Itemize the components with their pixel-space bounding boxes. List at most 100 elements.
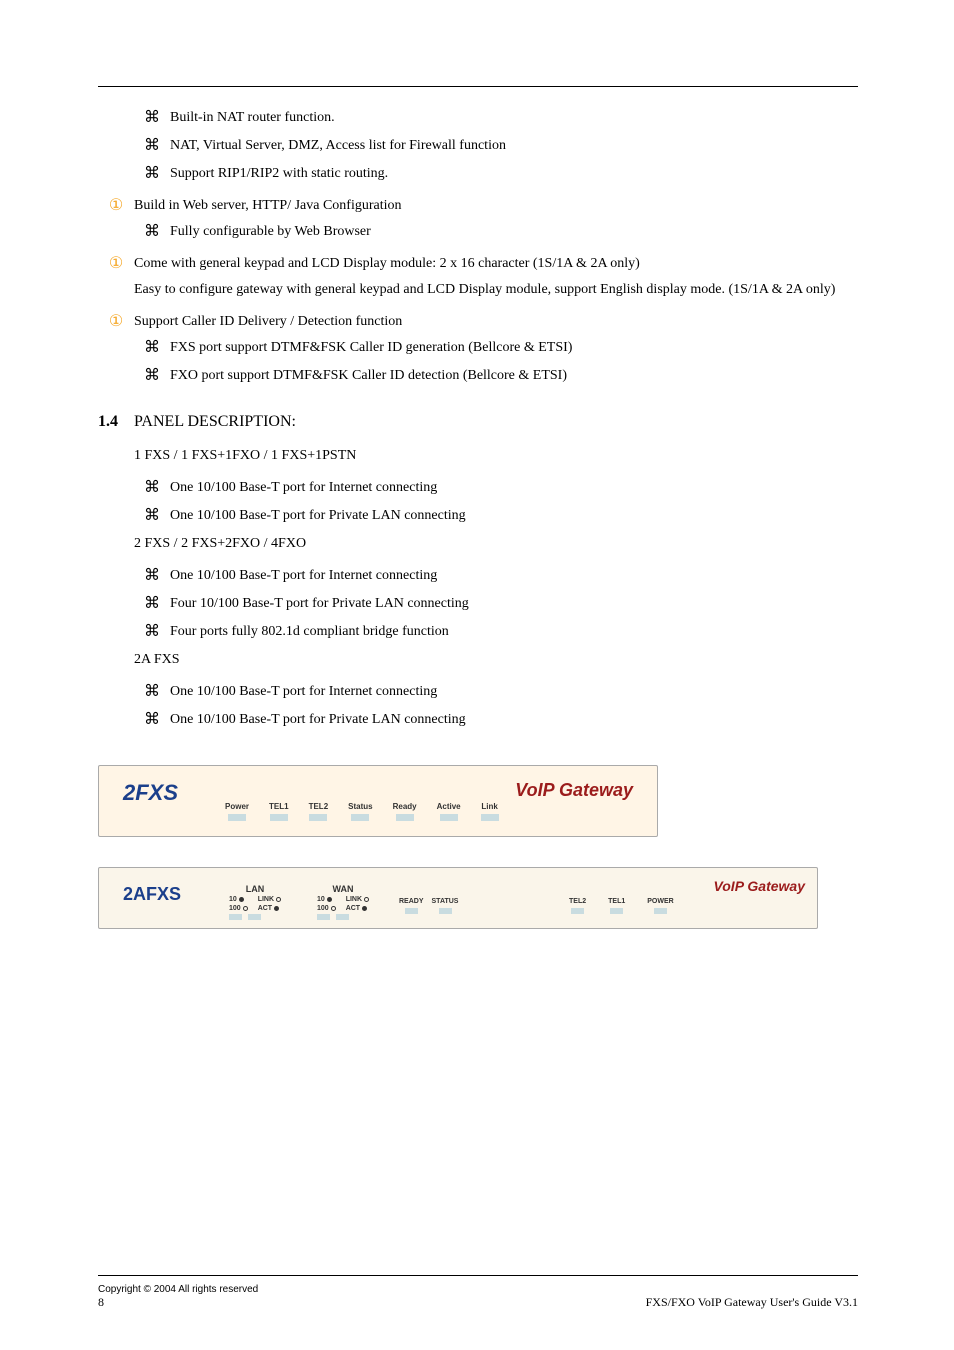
bullet-symbol: ⌘	[134, 365, 170, 387]
dot-icon	[243, 906, 248, 911]
led-label: Ready	[393, 802, 417, 811]
circle-number-icon: ①	[98, 195, 134, 217]
bullet-symbol: ⌘	[134, 163, 170, 185]
bullet-text: Support RIP1/RIP2 with static routing.	[170, 163, 858, 185]
panel-gateway-label: VoIP Gateway	[515, 780, 633, 801]
led-indicator	[571, 908, 584, 914]
led-label: Status	[348, 802, 372, 811]
section-heading: PANEL DESCRIPTION:	[134, 413, 296, 430]
bullet-symbol: ⌘	[134, 505, 170, 527]
tel-power-group: TEL2 TEL1 POWER	[569, 898, 674, 914]
led-indicator	[439, 908, 452, 914]
page-footer: Copyright © 2004 All rights reserved 8 F…	[98, 1275, 858, 1310]
link-label: LINK	[346, 896, 362, 903]
act-label: ACT	[258, 905, 272, 912]
feature-heading: ① Come with general keypad and LCD Displ…	[98, 253, 858, 275]
panel-led-row: Power TEL1 TEL2 Status Ready Active Link	[225, 802, 499, 821]
lan-title: LAN	[229, 884, 281, 894]
led-indicator	[481, 814, 499, 821]
bullet-item: ⌘ FXO port support DTMF&FSK Caller ID de…	[98, 365, 858, 387]
model-list-title: 1 FXS / 1 FXS+1FXO / 1 FXS+1PSTN	[134, 445, 858, 467]
section-title: 1.4 PANEL DESCRIPTION:	[98, 413, 858, 431]
feature-heading-text: Build in Web server, HTTP/ Java Configur…	[134, 195, 858, 217]
feature-heading: ① Build in Web server, HTTP/ Java Config…	[98, 195, 858, 217]
bullet-item: ⌘ One 10/100 Base-T port for Internet co…	[98, 565, 858, 587]
led-indicator	[396, 814, 414, 821]
dot-icon	[327, 897, 332, 902]
bullet-symbol: ⌘	[134, 621, 170, 643]
act-label: ACT	[346, 905, 360, 912]
led-indicator	[228, 814, 246, 821]
panel-brand: 2FXS	[123, 780, 178, 806]
circle-number-icon: ①	[98, 253, 134, 275]
speed-10-label: 10	[229, 896, 237, 903]
speed-100-label: 100	[317, 905, 329, 912]
bullet-text: FXS port support DTMF&FSK Caller ID gene…	[170, 337, 858, 359]
led-label: POWER	[647, 898, 673, 905]
status-led-group: READY STATUS	[399, 898, 458, 914]
bullet-symbol: ⌘	[134, 709, 170, 731]
panel-brand: 2AFXS	[123, 884, 181, 905]
led-label: TEL2	[309, 802, 329, 811]
bullet-symbol: ⌘	[134, 565, 170, 587]
led-label: STATUS	[432, 898, 459, 905]
led-indicator	[248, 914, 261, 920]
speed-10-label: 10	[317, 896, 325, 903]
bullet-symbol: ⌘	[134, 135, 170, 157]
bullet-item: ⌘ One 10/100 Base-T port for Internet co…	[98, 477, 858, 499]
led-indicator	[654, 908, 667, 914]
led-indicator	[440, 814, 458, 821]
panel-gateway-label: VoIP Gateway	[713, 878, 805, 894]
bullet-text: Four 10/100 Base-T port for Private LAN …	[170, 593, 858, 615]
bullet-text: One 10/100 Base-T port for Internet conn…	[170, 477, 858, 499]
bullet-item: ⌘ Four 10/100 Base-T port for Private LA…	[98, 593, 858, 615]
led-label: Link	[481, 802, 497, 811]
bullet-item: ⌘ Support RIP1/RIP2 with static routing.	[98, 163, 858, 185]
feature-heading-text: Come with general keypad and LCD Display…	[134, 253, 858, 275]
led-indicator	[351, 814, 369, 821]
dot-icon	[274, 906, 279, 911]
dot-icon	[364, 897, 369, 902]
dot-icon	[239, 897, 244, 902]
led-indicator	[270, 814, 288, 821]
bullet-item: ⌘ NAT, Virtual Server, DMZ, Access list …	[98, 135, 858, 157]
bullet-text: FXO port support DTMF&FSK Caller ID dete…	[170, 365, 858, 387]
bullet-text: One 10/100 Base-T port for Private LAN c…	[170, 505, 858, 527]
feature-paragraph: Easy to configure gateway with general k…	[134, 279, 858, 301]
bullet-symbol: ⌘	[134, 337, 170, 359]
lan-group: LAN 10 LINK 100 ACT	[229, 884, 281, 920]
led-indicator	[229, 914, 242, 920]
bullet-item: ⌘ Four ports fully 802.1d compliant brid…	[98, 621, 858, 643]
bullet-text: NAT, Virtual Server, DMZ, Access list fo…	[170, 135, 858, 157]
bullet-item: ⌘ Built-in NAT router function.	[98, 107, 858, 129]
dot-icon	[362, 906, 367, 911]
bullet-symbol: ⌘	[134, 477, 170, 499]
bullet-text: Built-in NAT router function.	[170, 107, 858, 129]
led-indicator	[610, 908, 623, 914]
footer-copyright: Copyright © 2004 All rights reserved	[98, 1284, 258, 1295]
bullet-symbol: ⌘	[134, 221, 170, 243]
feature-heading-text: Support Caller ID Delivery / Detection f…	[134, 311, 858, 333]
circle-number-icon: ①	[98, 311, 134, 333]
led-indicator	[336, 914, 349, 920]
led-label: TEL1	[608, 898, 625, 905]
front-panel-figure-2afxs: 2AFXS VoIP Gateway LAN 10 LINK 100 ACT W…	[98, 867, 858, 929]
bullet-item: ⌘ Fully configurable by Web Browser	[98, 221, 858, 243]
bullet-text: One 10/100 Base-T port for Internet conn…	[170, 565, 858, 587]
model-list-title: 2A FXS	[134, 649, 858, 671]
footer-doc-title: FXS/FXO VoIP Gateway User's Guide V3.1	[258, 1295, 858, 1310]
led-label: TEL1	[269, 802, 289, 811]
led-label: Power	[225, 802, 249, 811]
led-label: TEL2	[569, 898, 586, 905]
led-indicator	[317, 914, 330, 920]
bullet-text: Four ports fully 802.1d compliant bridge…	[170, 621, 858, 643]
bullet-text: Fully configurable by Web Browser	[170, 221, 858, 243]
link-label: LINK	[258, 896, 274, 903]
bullet-symbol: ⌘	[134, 681, 170, 703]
led-indicator	[309, 814, 327, 821]
footer-page-number: 8	[98, 1295, 258, 1310]
led-indicator	[405, 908, 418, 914]
dot-icon	[331, 906, 336, 911]
led-label: Active	[437, 802, 461, 811]
wan-group: WAN 10 LINK 100 ACT	[317, 884, 369, 920]
